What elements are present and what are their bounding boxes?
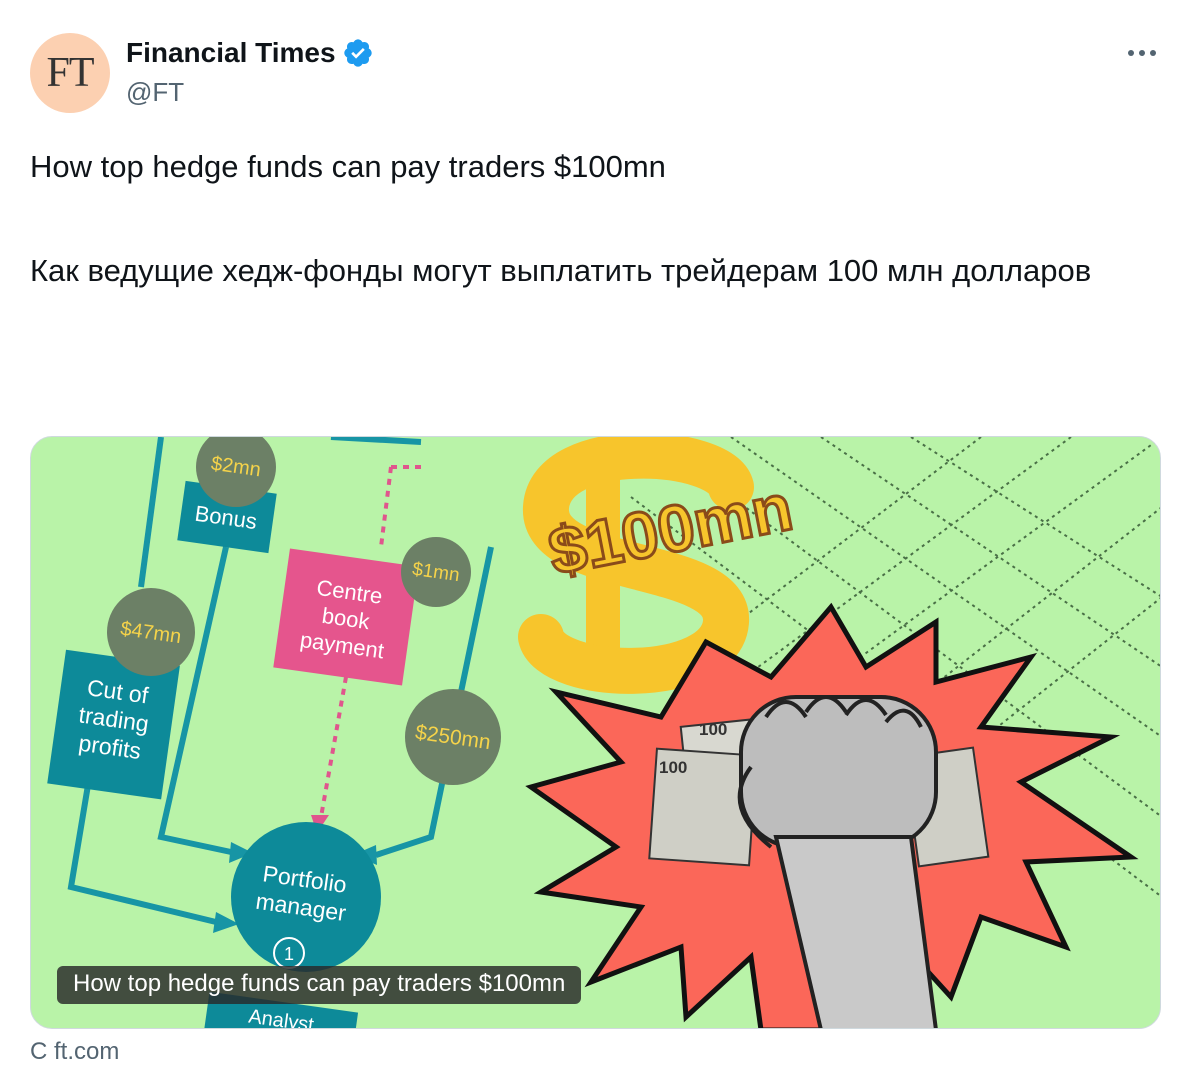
more-dots-icon[interactable] — [1124, 43, 1160, 63]
name-row: Financial Times — [126, 37, 374, 69]
bill-label-2: 100 — [659, 758, 687, 777]
tweet-text-english: How top hedge funds can pay traders $100… — [30, 149, 666, 184]
tweet-text-russian: Как ведущие хедж-фонды могут выплатить т… — [30, 253, 1092, 288]
bill-label-1: 100 — [699, 720, 727, 739]
pm-number: 1 — [284, 944, 294, 964]
avatar[interactable]: FT — [30, 33, 110, 113]
card-image: Bonus $2mn Cut of trading profits $47mn … — [47, 437, 1160, 1028]
tweet-header: FT Financial Times @FT — [30, 33, 1170, 115]
verified-badge-icon — [343, 39, 372, 67]
avatar-text: FT — [46, 50, 94, 96]
account-name[interactable]: Financial Times — [126, 37, 336, 69]
link-card[interactable]: Bonus $2mn Cut of trading profits $47mn … — [30, 436, 1161, 1029]
card-source-link[interactable]: С ft.com — [30, 1038, 119, 1066]
card-caption: How top hedge funds can pay traders $100… — [57, 966, 582, 1004]
account-handle[interactable]: @FT — [126, 77, 184, 108]
